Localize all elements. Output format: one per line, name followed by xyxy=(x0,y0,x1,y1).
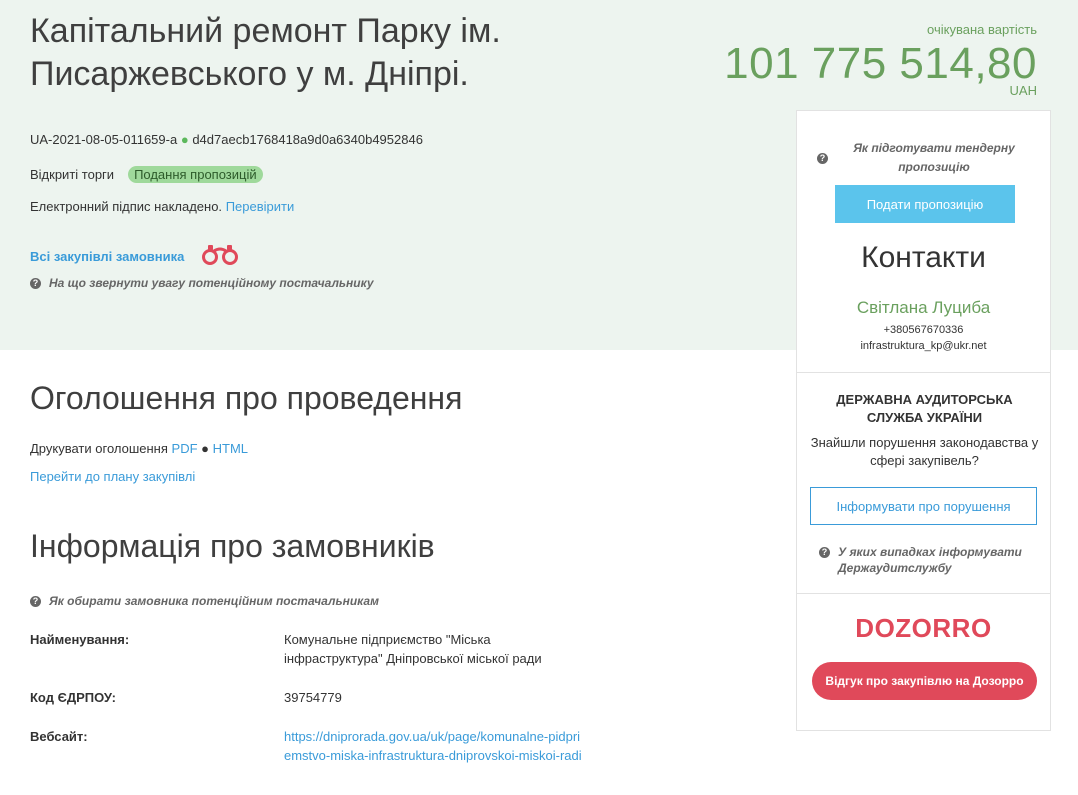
audit-hint-text: У яких випадках інформувати Держаудитслу… xyxy=(838,545,1022,575)
supplier-hint-text: На що звернути увагу потенційному постач… xyxy=(49,276,374,290)
contact-phone: +380567670336 xyxy=(883,324,964,336)
prepare-bid-hint-text: Як підготувати тендерну пропозицію xyxy=(853,141,1015,174)
website-label: Вебсайт: xyxy=(30,729,88,744)
contacts-title: Контакти xyxy=(861,241,986,274)
contact-email: infrastruktura_kp@ukr.net xyxy=(860,340,987,352)
tender-id: UA-2021-08-05-011659-a xyxy=(30,132,178,147)
sidebar-panel: ? Як підготувати тендерну пропозицію Под… xyxy=(796,110,1051,731)
expected-cost: очікувана вартість 101 775 514,80 UAH xyxy=(724,22,1037,98)
website-link[interactable]: https://dniprorada.gov.ua/uk/page/komuna… xyxy=(284,727,584,765)
all-purchases-link[interactable]: Всі закупівлі замовника xyxy=(30,249,184,264)
audit-service-title: ДЕРЖАВНА АУДИТОРСЬКА СЛУЖБА УКРАЇНИ xyxy=(836,392,1013,425)
question-icon: ? xyxy=(819,547,830,558)
signature-row: Електронний підпис накладено. Перевірити xyxy=(30,199,294,214)
contact-name: Світлана Луциба xyxy=(856,298,991,317)
customer-name-value: Комунальне підприємство "Міська інфрастр… xyxy=(284,632,542,666)
print-html-link[interactable]: HTML xyxy=(213,441,248,456)
tender-title: Капітальний ремонт Парку ім. Писаржевськ… xyxy=(30,12,501,93)
customer-hint-link[interactable]: ? Як обирати замовника потенційним поста… xyxy=(30,594,379,608)
audit-hint-link[interactable]: ? У яких випадках інформувати Держаудитс… xyxy=(819,544,1039,576)
plan-row: Перейти до плану закупівлі xyxy=(30,469,195,484)
sidebar-divider xyxy=(797,593,1050,594)
question-icon: ? xyxy=(817,152,828,164)
report-violation-button[interactable]: Інформувати про порушення xyxy=(810,487,1037,525)
separator-dot-icon: ● xyxy=(180,132,189,147)
tender-identifiers: UA-2021-08-05-011659-a ● d4d7aecb1768418… xyxy=(30,132,423,147)
cost-value: 101 775 514,80 xyxy=(724,39,1037,88)
question-icon: ? xyxy=(30,595,41,607)
dozorro-review-button[interactable]: Відгук про закупівлю на Дозорро xyxy=(812,662,1037,700)
submit-bid-button[interactable]: Подати пропозицію xyxy=(835,185,1015,223)
cost-label: очікувана вартість xyxy=(927,22,1037,37)
edrpou-label: Код ЄДРПОУ: xyxy=(30,690,116,705)
signature-text: Електронний підпис накладено. xyxy=(30,199,223,214)
customers-heading: Інформація про замовників xyxy=(30,528,435,564)
print-pdf-link[interactable]: PDF xyxy=(172,441,198,456)
dozorro-logo: DOZORRO xyxy=(855,613,992,643)
procurement-plan-link[interactable]: Перейти до плану закупівлі xyxy=(30,469,195,484)
tender-hash: d4d7aecb1768418a9d0a6340b4952846 xyxy=(192,132,423,147)
separator-dot-icon: ● xyxy=(201,441,210,456)
procedure-type: Відкриті торги xyxy=(30,167,115,182)
print-label: Друкувати оголошення xyxy=(30,441,168,456)
customer-hint-text: Як обирати замовника потенційним постача… xyxy=(49,594,379,608)
status-badge: Подання пропозицій xyxy=(128,166,263,183)
verify-signature-link[interactable]: Перевірити xyxy=(226,199,295,214)
supplier-hint-link[interactable]: ? На що звернути увагу потенційному пост… xyxy=(30,276,374,290)
sidebar-divider xyxy=(797,372,1050,373)
print-announcement-row: Друкувати оголошення PDF ● HTML xyxy=(30,441,248,456)
customer-name-label: Найменування: xyxy=(30,632,130,647)
audit-service-text: Знайшли порушення законодавства у сфері … xyxy=(810,435,1039,468)
binoculars-icon[interactable] xyxy=(200,242,240,271)
prepare-bid-hint-link[interactable]: ? Як підготувати тендерну пропозицію xyxy=(817,139,1032,177)
procedure-row: Відкриті торги Подання пропозицій xyxy=(30,166,263,183)
all-purchases-row: Всі закупівлі замовника xyxy=(30,242,240,271)
question-icon: ? xyxy=(30,277,41,289)
edrpou-value: 39754779 xyxy=(284,690,342,705)
announcement-heading: Оголошення про проведення xyxy=(30,380,463,416)
